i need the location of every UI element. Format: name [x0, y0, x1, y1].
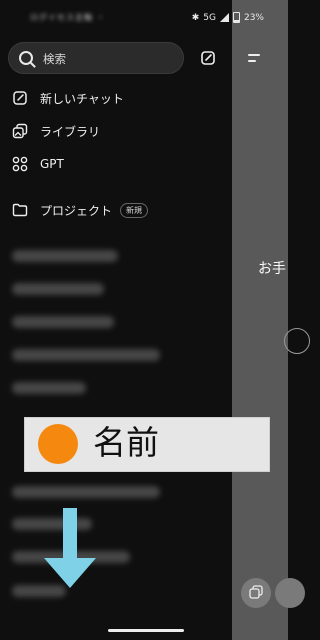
home-indicator[interactable]: [108, 629, 184, 632]
main-suggestion-icon[interactable]: [284, 328, 310, 354]
new-badge: 新規: [120, 202, 149, 218]
library-icon: [249, 585, 263, 599]
orange-dot-marker: [38, 424, 78, 464]
history-item[interactable]: [12, 382, 86, 394]
grid-icon: [12, 156, 28, 172]
secondary-float-button[interactable]: [275, 578, 305, 608]
menu-icon[interactable]: [248, 52, 264, 64]
folder-icon: [12, 203, 28, 217]
battery-percent: 23%: [243, 12, 264, 23]
edit-icon: [13, 91, 27, 105]
nav-label: 新しいチャット: [40, 91, 124, 106]
search-icon: [19, 51, 33, 65]
search-input[interactable]: 検索: [8, 42, 184, 74]
status-bar: ログイセス主軸 ・ ✱ 5G 23%: [0, 0, 288, 34]
signal-icon: [219, 13, 229, 22]
library-icon: [12, 123, 28, 139]
history-item[interactable]: [12, 486, 160, 498]
annotation-text: 名前: [93, 423, 159, 462]
down-arrow-icon: [44, 508, 96, 588]
history-item[interactable]: [12, 250, 118, 262]
nav-item-projects[interactable]: プロジェクト 新規: [12, 200, 149, 220]
nav-item-new-chat[interactable]: 新しいチャット: [12, 88, 124, 108]
history-item[interactable]: [12, 349, 160, 361]
main-greeting: お手: [258, 261, 286, 277]
history-item[interactable]: [12, 283, 104, 295]
nav-item-library[interactable]: ライブラリ: [12, 121, 100, 141]
annotation-name-label: 名前: [24, 417, 270, 472]
library-float-button[interactable]: [241, 578, 271, 608]
bluetooth-icon: ✱: [191, 12, 200, 23]
search-placeholder: 検索: [43, 52, 66, 66]
main-content-pane: [232, 0, 288, 640]
nav-label: GPT: [40, 157, 64, 171]
compose-icon[interactable]: [200, 50, 216, 66]
nav-label: プロジェクト: [40, 203, 113, 218]
battery-icon: [232, 12, 240, 23]
nav-item-gpt[interactable]: GPT: [12, 154, 64, 174]
history-item[interactable]: [12, 316, 114, 328]
nav-label: ライブラリ: [40, 124, 101, 139]
network-label: 5G: [203, 12, 216, 23]
status-carrier: ログイセス主軸 ・: [30, 13, 106, 22]
